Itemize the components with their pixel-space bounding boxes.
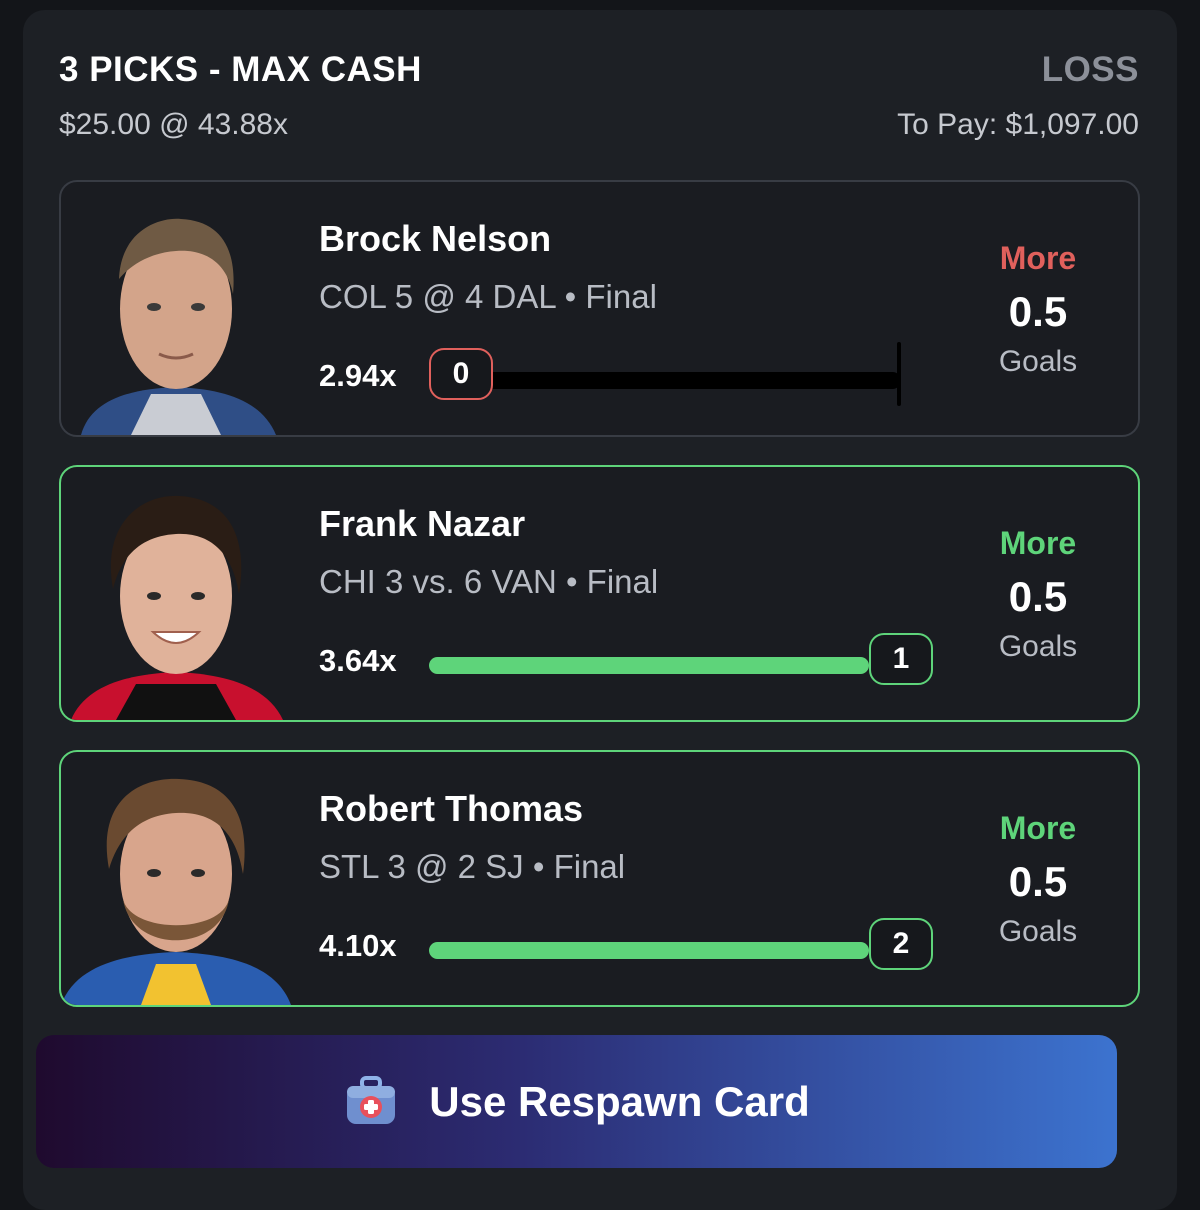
pick-multiplier: 2.94x bbox=[319, 358, 397, 393]
first-aid-kit-icon bbox=[343, 1074, 399, 1130]
stat-type: Goals bbox=[998, 915, 1078, 948]
pick-line: 0.5 bbox=[1008, 288, 1068, 335]
entry-title: 3 PICKS - MAX CASH bbox=[59, 50, 422, 89]
progress-track bbox=[429, 942, 901, 959]
respawn-button-label: Use Respawn Card bbox=[429, 1077, 810, 1125]
pick-card[interactable]: Frank Nazar CHI 3 vs. 6 VAN • Final 3.64… bbox=[59, 465, 1140, 722]
pick-card[interactable]: Robert Thomas STL 3 @ 2 SJ • Final 4.10x… bbox=[59, 750, 1140, 1007]
player-name: Brock Nelson bbox=[319, 218, 552, 259]
wager-summary: $25.00 @ 43.88x bbox=[59, 108, 288, 141]
stat-type: Goals bbox=[998, 630, 1078, 663]
pick-line: 0.5 bbox=[1008, 573, 1068, 620]
player-name: Robert Thomas bbox=[319, 788, 584, 829]
target-marker bbox=[897, 342, 901, 406]
player-headshot bbox=[61, 484, 291, 720]
player-headshot bbox=[61, 769, 291, 1005]
pick-multiplier: 4.10x bbox=[319, 928, 397, 963]
progress-fill bbox=[429, 372, 901, 389]
pick-direction: More bbox=[999, 525, 1077, 561]
progress-fill bbox=[429, 657, 869, 674]
stat-score-badge: 1 bbox=[869, 633, 933, 685]
pick-multiplier: 3.64x bbox=[319, 643, 397, 678]
stat-score-badge: 0 bbox=[429, 348, 493, 400]
use-respawn-card-button[interactable]: Use Respawn Card bbox=[36, 1035, 1117, 1168]
pick-direction: More bbox=[999, 810, 1077, 846]
stat-score-badge: 2 bbox=[869, 918, 933, 970]
payout-summary: To Pay: $1,097.00 bbox=[897, 108, 1139, 141]
progress-track bbox=[429, 342, 901, 406]
stat-type: Goals bbox=[998, 345, 1078, 378]
game-status: COL 5 @ 4 DAL • Final bbox=[319, 278, 657, 315]
player-headshot bbox=[61, 199, 291, 435]
progress-track bbox=[429, 657, 901, 674]
pick-card[interactable]: Brock Nelson COL 5 @ 4 DAL • Final 2.94x… bbox=[59, 180, 1140, 437]
pick-direction: More bbox=[999, 240, 1077, 276]
game-status: STL 3 @ 2 SJ • Final bbox=[319, 848, 626, 885]
progress-fill bbox=[429, 942, 869, 959]
entry-card: 3 PICKS - MAX CASH LOSS $25.00 @ 43.88x … bbox=[23, 10, 1177, 1210]
result-badge: LOSS bbox=[1041, 50, 1139, 89]
pick-line: 0.5 bbox=[1008, 858, 1068, 905]
game-status: CHI 3 vs. 6 VAN • Final bbox=[319, 563, 659, 600]
player-name: Frank Nazar bbox=[319, 503, 526, 544]
